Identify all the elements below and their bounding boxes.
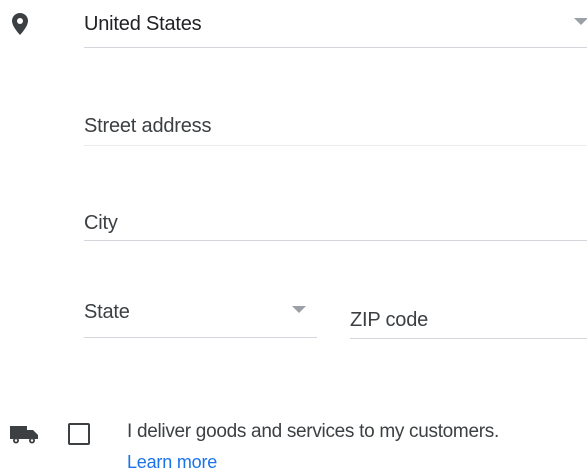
state-select[interactable]: State xyxy=(84,290,317,338)
city-underline xyxy=(84,240,587,241)
street-address-placeholder: Street address xyxy=(84,115,212,137)
country-select-value: United States xyxy=(84,13,202,35)
street-address-input[interactable]: Street address xyxy=(84,100,587,150)
chevron-down-icon xyxy=(292,306,306,313)
truck-icon xyxy=(10,426,38,444)
zip-code-underline xyxy=(350,338,587,339)
learn-more-link[interactable]: Learn more xyxy=(127,453,217,471)
chevron-down-icon xyxy=(574,18,587,25)
zip-code-input[interactable]: ZIP code xyxy=(350,298,587,340)
street-address-underline xyxy=(84,145,587,146)
country-select[interactable]: United States xyxy=(84,0,587,50)
state-underline xyxy=(84,337,317,338)
country-select-underline xyxy=(84,47,587,48)
state-placeholder: State xyxy=(84,301,130,323)
city-placeholder: City xyxy=(84,212,118,234)
city-input[interactable]: City xyxy=(84,198,587,242)
zip-code-placeholder: ZIP code xyxy=(350,309,429,331)
location-pin-icon xyxy=(12,13,28,35)
deliver-goods-checkbox[interactable] xyxy=(68,423,90,445)
deliver-goods-label: I deliver goods and services to my custo… xyxy=(127,421,499,442)
